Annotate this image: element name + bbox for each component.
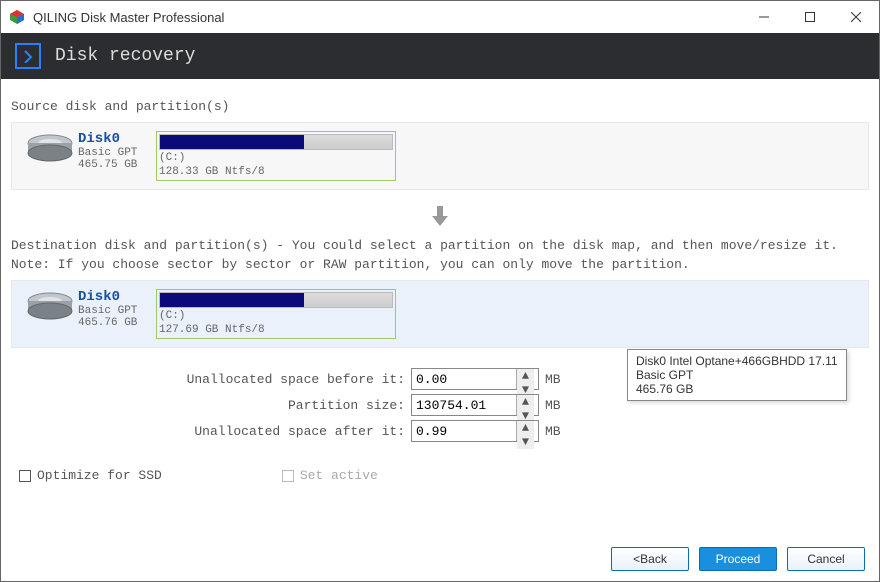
unalloc-before-stepper[interactable]: ▲▼ — [411, 368, 539, 390]
field-label: Unallocated space before it: — [11, 372, 411, 387]
optimize-ssd-checkbox[interactable]: Optimize for SSD — [19, 468, 162, 483]
unit-label: MB — [545, 424, 561, 439]
footer-buttons: <Back Proceed Cancel — [611, 547, 865, 571]
recovery-icon — [15, 43, 41, 69]
title-bar: QILING Disk Master Professional — [1, 1, 879, 33]
unit-label: MB — [545, 372, 561, 387]
checkbox-label: Set active — [300, 468, 378, 483]
close-button[interactable] — [833, 1, 879, 33]
source-disk-name: Disk0 — [78, 131, 156, 147]
source-disk-size: 465.75 GB — [78, 159, 156, 171]
partition-desc: 127.69 GB Ntfs/8 — [159, 324, 393, 336]
destination-disk-size: 465.76 GB — [78, 317, 156, 329]
set-active-checkbox: Set active — [282, 468, 378, 483]
checkbox-icon — [282, 470, 294, 482]
source-partition[interactable]: (C:) 128.33 GB Ntfs/8 — [156, 131, 396, 181]
source-disk-meta: Disk0 Basic GPT 465.75 GB — [78, 131, 156, 171]
destination-disk-type: Basic GPT — [78, 305, 156, 317]
page-title: Disk recovery — [55, 46, 195, 66]
destination-partition[interactable]: (C:) 127.69 GB Ntfs/8 — [156, 289, 396, 339]
spin-up-icon[interactable]: ▲ — [517, 369, 534, 383]
spin-up-icon[interactable]: ▲ — [517, 421, 534, 435]
spin-down-icon[interactable]: ▼ — [517, 435, 534, 449]
destination-note: Note: If you choose sector by sector or … — [11, 257, 869, 272]
field-unalloc-after: Unallocated space after it: ▲▼ MB — [11, 420, 869, 442]
disk-tooltip: Disk0 Intel Optane+466GBHDD 17.11 Basic … — [627, 349, 847, 401]
proceed-button[interactable]: Proceed — [699, 547, 777, 571]
tooltip-line1: Disk0 Intel Optane+466GBHDD 17.11 — [636, 354, 838, 368]
destination-disk-panel[interactable]: Disk0 Basic GPT 465.76 GB (C:) 127.69 GB… — [11, 280, 869, 348]
app-icon — [9, 9, 25, 25]
destination-disk-meta: Disk0 Basic GPT 465.76 GB — [78, 289, 156, 329]
minimize-button[interactable] — [741, 1, 787, 33]
field-label: Unallocated space after it: — [11, 424, 411, 439]
unalloc-after-input[interactable] — [412, 421, 516, 441]
source-disk-type: Basic GPT — [78, 147, 156, 159]
partition-desc: 128.33 GB Ntfs/8 — [159, 166, 393, 178]
partition-letter: (C:) — [159, 310, 393, 322]
unit-label: MB — [545, 398, 561, 413]
partition-bar — [159, 292, 393, 308]
partition-letter: (C:) — [159, 152, 393, 164]
unalloc-before-input[interactable] — [412, 369, 516, 389]
hard-disk-icon — [22, 289, 78, 321]
source-disk-panel: Disk0 Basic GPT 465.75 GB (C:) 128.33 GB… — [11, 122, 869, 190]
tooltip-line3: 465.76 GB — [636, 382, 838, 396]
destination-disk-name: Disk0 — [78, 289, 156, 305]
hard-disk-icon — [22, 131, 78, 163]
arrow-down-icon — [11, 204, 869, 228]
checkbox-icon — [19, 470, 31, 482]
destination-label: Destination disk and partition(s) - You … — [11, 238, 869, 253]
tooltip-line2: Basic GPT — [636, 368, 838, 382]
unalloc-after-stepper[interactable]: ▲▼ — [411, 420, 539, 442]
back-button[interactable]: <Back — [611, 547, 689, 571]
spin-up-icon[interactable]: ▲ — [517, 395, 534, 409]
cancel-button[interactable]: Cancel — [787, 547, 865, 571]
checkbox-label: Optimize for SSD — [37, 468, 162, 483]
maximize-button[interactable] — [787, 1, 833, 33]
source-label: Source disk and partition(s) — [11, 99, 869, 114]
partition-bar — [159, 134, 393, 150]
window-title: QILING Disk Master Professional — [33, 10, 741, 25]
field-label: Partition size: — [11, 398, 411, 413]
partition-size-stepper[interactable]: ▲▼ — [411, 394, 539, 416]
partition-size-input[interactable] — [412, 395, 516, 415]
page-header: Disk recovery — [1, 33, 879, 79]
